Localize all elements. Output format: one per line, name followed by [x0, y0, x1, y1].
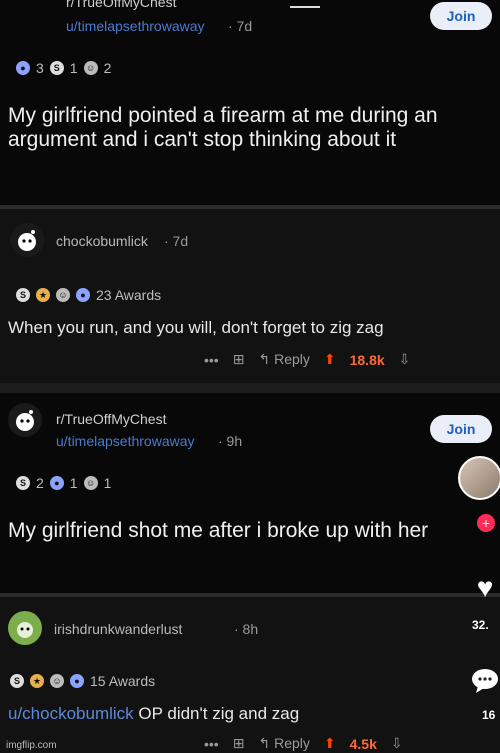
comment-1-awards: S ★ ☺ ● 23 Awards	[16, 287, 161, 303]
silver-award-icon: S	[16, 476, 30, 490]
award-icon: ●	[70, 674, 84, 688]
comment-1-actions: ••• ⊞ ↰ Reply ⬆ 18.8k ⇩	[204, 351, 410, 368]
comment-2-text: u/chockobumlick OP didn't zig and zag	[8, 704, 300, 723]
notch-bar	[290, 6, 320, 8]
post-2-age: · 9h	[218, 433, 243, 449]
post-1: r/TrueOffMyChest u/timelapsethrowaway · …	[0, 0, 500, 205]
award-button-icon[interactable]: ⊞	[233, 735, 245, 752]
post-2-title[interactable]: My girlfriend shot me after i broke up w…	[8, 519, 458, 543]
comment-2-actions: ••• ⊞ ↰ Reply ⬆ 4.5k ⇩	[204, 735, 403, 752]
silver-award-icon: S	[16, 288, 30, 302]
upvote-icon[interactable]: ⬆	[324, 735, 336, 752]
post-2-author[interactable]: u/timelapsethrowaway	[56, 433, 195, 449]
like-count: 32.	[472, 618, 489, 632]
comment-1-author[interactable]: chockobumlick	[56, 233, 148, 249]
user-mention-link[interactable]: u/chockobumlick	[8, 704, 134, 723]
post-1-age: · 7d	[228, 18, 253, 34]
comment-count: 16	[482, 708, 496, 722]
award-icon: ●	[76, 288, 90, 302]
more-button[interactable]: •••	[204, 736, 219, 752]
follow-plus-icon[interactable]: +	[477, 514, 495, 532]
post-1-subreddit[interactable]: r/TrueOffMyChest	[66, 0, 176, 10]
comment-2-awards: S ★ ☺ ● 15 Awards	[10, 673, 155, 689]
award-icon: ●	[49, 476, 64, 490]
gold-award-icon: ★	[30, 674, 44, 688]
comment-1: chockobumlick · 7d S ★ ☺ ● 23 Awards Whe…	[0, 209, 500, 383]
award-icon: ●	[16, 61, 30, 75]
comment-2: irishdrunkwanderlust · 8h S ★ ☺ ● 15 Awa…	[0, 597, 500, 753]
heart-icon[interactable]: ♥	[470, 572, 500, 603]
post-1-awards: ● 3 S 1 ☺ 2	[16, 60, 111, 76]
downvote-icon[interactable]: ⇩	[399, 351, 411, 368]
snoo-avatar-icon[interactable]	[8, 611, 42, 645]
helpful-award-icon: ☺	[50, 674, 64, 688]
helpful-award-icon: ☺	[83, 61, 98, 75]
creator-avatar[interactable]	[458, 456, 500, 500]
watermark: imgflip.com	[6, 740, 57, 751]
post-1-author[interactable]: u/timelapsethrowaway	[66, 18, 205, 34]
silver-award-icon: S	[10, 674, 24, 688]
comment-2-awards-count: 15 Awards	[90, 673, 156, 689]
silver-award-icon: S	[49, 61, 64, 75]
post-1-title[interactable]: My girlfriend pointed a firearm at me du…	[8, 104, 488, 152]
helpful-award-icon: ☺	[83, 476, 98, 490]
post-2-awards: S 2 ● 1 ☺ 1	[16, 475, 111, 491]
subreddit-icon[interactable]	[8, 403, 42, 437]
comment-2-score: 4.5k	[349, 735, 377, 752]
award-button-icon[interactable]: ⊞	[233, 351, 245, 368]
upvote-icon[interactable]: ⬆	[324, 351, 336, 368]
divider	[0, 383, 500, 393]
reply-button[interactable]: ↰ Reply	[258, 351, 309, 368]
reply-button[interactable]: ↰ Reply	[258, 735, 309, 752]
comment-1-age: · 7d	[164, 233, 189, 249]
snoo-avatar-icon[interactable]	[10, 223, 44, 257]
more-button[interactable]: •••	[204, 352, 219, 368]
comment-2-age: · 8h	[234, 621, 259, 637]
comment-bubble-icon[interactable]	[470, 668, 500, 693]
comment-2-author[interactable]: irishdrunkwanderlust	[54, 621, 182, 637]
join-button[interactable]: Join	[430, 415, 492, 443]
post-2: r/TrueOffMyChest u/timelapsethrowaway · …	[0, 393, 500, 593]
helpful-award-icon: ☺	[56, 288, 70, 302]
gold-award-icon: ★	[36, 288, 50, 302]
join-button[interactable]: Join	[430, 2, 492, 30]
comment-1-awards-count: 23 Awards	[96, 287, 162, 303]
comment-1-text: When you run, and you will, don't forget…	[8, 318, 384, 337]
downvote-icon[interactable]: ⇩	[391, 735, 403, 752]
post-2-subreddit[interactable]: r/TrueOffMyChest	[56, 411, 166, 427]
comment-1-score: 18.8k	[349, 351, 385, 368]
